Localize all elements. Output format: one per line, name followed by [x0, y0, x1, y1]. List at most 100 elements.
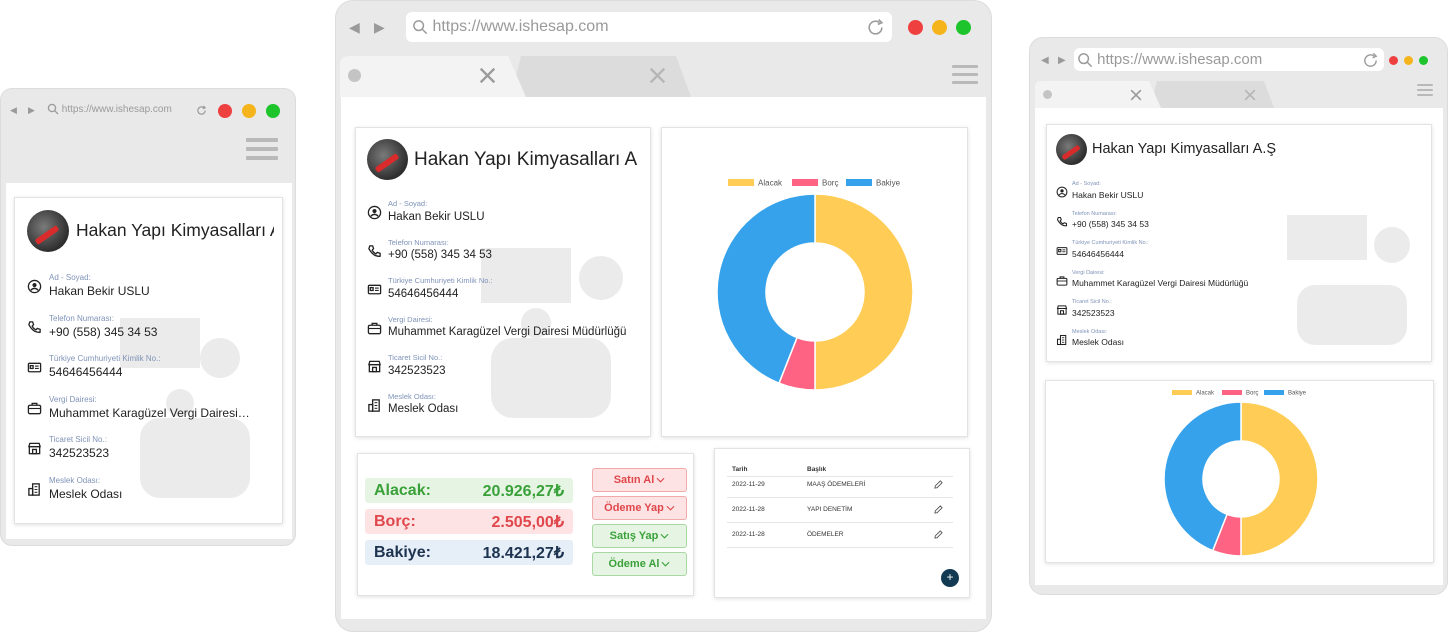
menu-icon[interactable]	[246, 138, 278, 160]
back-arrow-icon[interactable]: ◀	[349, 19, 360, 36]
row-date: 2022-11-28	[732, 506, 765, 513]
reload-icon[interactable]	[1362, 52, 1379, 69]
maximize-window-dot[interactable]	[1419, 56, 1428, 65]
detail-row: Ticaret Sicil No.: 342523523	[388, 353, 646, 379]
edit-icon[interactable]	[934, 530, 943, 539]
detail-row: Meslek Odası: Meslek Odası	[1072, 329, 1372, 350]
legend-swatch	[728, 179, 754, 186]
phone-icon	[1056, 215, 1068, 233]
close-tab-icon[interactable]	[479, 67, 496, 84]
tab-active[interactable]	[1035, 81, 1161, 108]
close-tab-icon[interactable]	[1130, 89, 1142, 101]
back-arrow-icon[interactable]: ◀	[10, 105, 17, 116]
doughnut-chart: Alacak Borç Bakiye	[716, 179, 914, 391]
address-bar[interactable]: https://www.ishesap.com	[406, 12, 892, 42]
action-button[interactable]: Ödeme Yap	[592, 496, 687, 520]
chart-card: Alacak Borç Bakiye	[1045, 380, 1434, 563]
forward-arrow-icon[interactable]: ▶	[374, 19, 385, 36]
detail-row: Telefon Numarası: +90 (558) 345 34 53	[49, 314, 274, 341]
add-record-button[interactable]: +	[941, 569, 959, 587]
edit-icon[interactable]	[934, 480, 943, 489]
detail-label: Türkiye Cumhuriyeti Kimlik No.:	[388, 276, 493, 285]
store-icon	[27, 441, 42, 461]
tab-favicon-dot	[1043, 90, 1052, 99]
row-title: YAPI DENETİM	[807, 506, 853, 513]
company-title: Hakan Yapı Kimyasalları A	[414, 149, 638, 170]
maximize-window-dot[interactable]	[956, 20, 971, 35]
forward-arrow-icon[interactable]: ▶	[1058, 55, 1066, 66]
chart-slice-alacak[interactable]	[814, 193, 914, 391]
balance-value: 20.926,27₺	[482, 482, 564, 500]
legend-label: Bakiye	[1288, 391, 1307, 397]
detail-label: Ad - Soyad:	[388, 199, 428, 208]
close-window-dot[interactable]	[218, 104, 232, 118]
action-button[interactable]: Satış Yap	[592, 524, 687, 548]
detail-value: +90 (558) 345 34 53	[49, 324, 158, 339]
chevron-down-icon	[661, 561, 670, 567]
table-divider	[727, 476, 953, 477]
customer-card: Hakan Yapı Kimyasalları A Ad - Soyad: Hak…	[14, 197, 283, 524]
detail-row: Türkiye Cumhuriyeti Kimlik No.: 546464564…	[1072, 240, 1372, 261]
detail-value: 54646456444	[49, 365, 123, 379]
address-bar[interactable]: https://www.ishesap.com	[43, 102, 213, 118]
close-window-dot[interactable]	[908, 20, 923, 35]
minimize-window-dot[interactable]	[932, 20, 947, 35]
menu-icon[interactable]	[1417, 84, 1433, 96]
back-arrow-icon[interactable]: ◀	[1041, 55, 1049, 66]
detail-label: Ad - Soyad:	[1072, 181, 1101, 187]
forward-arrow-icon[interactable]: ▶	[28, 105, 35, 116]
chevron-down-icon	[666, 505, 675, 511]
close-tab-icon[interactable]	[649, 67, 666, 84]
detail-value: +90 (558) 345 34 53	[1072, 219, 1149, 229]
detail-value: Meslek Odası	[1072, 337, 1124, 347]
balance-value: 2.505,00₺	[491, 513, 564, 531]
transactions-card: Tarih Başlık 2022-11-29 MAAŞ ÖDEMELERİ 202…	[714, 448, 970, 598]
detail-label: Ticaret Sicil No.:	[49, 435, 107, 444]
legend-swatch	[1222, 390, 1242, 395]
detail-label: Meslek Odası:	[1072, 328, 1108, 335]
store-icon	[367, 359, 382, 379]
reload-icon[interactable]	[866, 18, 885, 37]
detail-label: Meslek Odası:	[388, 391, 436, 401]
balance-label: Borç:	[374, 512, 416, 530]
building-icon	[1056, 333, 1068, 351]
detail-row: Telefon Numarası: +90 (558) 345 34 53	[388, 238, 646, 264]
store-icon	[1056, 303, 1068, 321]
maximize-window-dot[interactable]	[266, 104, 280, 118]
user-circle-icon	[1056, 185, 1068, 203]
close-window-dot[interactable]	[1389, 56, 1398, 65]
row-date: 2022-11-28	[732, 531, 765, 538]
detail-value: Hakan Bekir USLU	[49, 284, 150, 298]
legend-swatch	[1172, 390, 1192, 395]
balance-row: Alacak: 20.926,27₺	[365, 478, 573, 503]
search-icon	[413, 19, 428, 34]
phone-icon	[27, 320, 42, 340]
phone-icon	[367, 244, 382, 264]
edit-icon[interactable]	[934, 505, 943, 514]
balance-row: Borç: 2.505,00₺	[365, 509, 573, 534]
chevron-down-icon	[656, 477, 665, 483]
reload-icon[interactable]	[196, 105, 207, 116]
detail-value: Hakan Bekir USLU	[1072, 189, 1144, 200]
tab-active[interactable]	[340, 56, 526, 97]
menu-icon[interactable]	[952, 65, 978, 84]
minimize-window-dot[interactable]	[1404, 56, 1413, 65]
chart-slice-alacak[interactable]	[1240, 401, 1319, 557]
detail-label: Vergi Dairesi:	[49, 394, 97, 404]
legend-swatch	[792, 179, 818, 186]
row-divider	[727, 522, 953, 523]
company-logo	[27, 210, 69, 252]
action-button[interactable]: Satın Al	[592, 468, 687, 492]
detail-row: Türkiye Cumhuriyeti Kimlik No.: 546464564…	[49, 354, 274, 381]
legend-label: Bakiye	[876, 179, 901, 188]
close-tab-icon[interactable]	[1244, 89, 1256, 101]
address-bar[interactable]: https://www.ishesap.com	[1074, 48, 1384, 71]
action-button[interactable]: Ödeme Al	[592, 552, 687, 576]
minimize-window-dot[interactable]	[242, 104, 256, 118]
customer-card: Hakan Yapı Kimyasalları A.Ş Ad - Soyad: H…	[1046, 124, 1432, 362]
id-card-icon	[27, 360, 42, 380]
url-text: https://www.ishesap.com	[432, 18, 609, 35]
detail-value: 54646456444	[1072, 248, 1125, 259]
detail-value: 342523523	[388, 364, 446, 377]
user-circle-icon	[367, 205, 382, 225]
